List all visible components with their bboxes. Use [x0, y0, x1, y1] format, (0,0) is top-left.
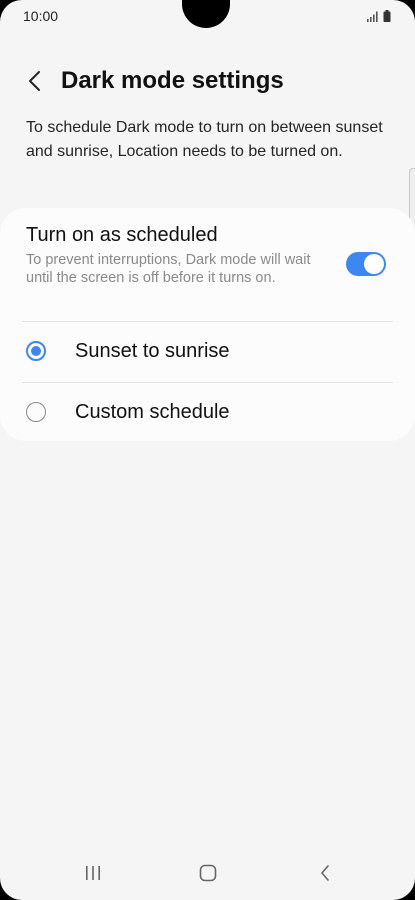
schedule-card: Turn on as scheduled To prevent interrup…: [0, 208, 415, 441]
back-icon: [321, 865, 329, 881]
chevron-left-icon: [29, 71, 40, 91]
battery-icon: [383, 10, 391, 22]
status-bar: 10:00: [0, 0, 415, 34]
camera-notch: [182, 0, 230, 28]
back-button[interactable]: [18, 64, 52, 98]
option-label: Custom schedule: [75, 401, 230, 423]
schedule-title: Turn on as scheduled: [26, 224, 218, 246]
status-time: 10:00: [23, 8, 59, 24]
radio-checked-icon[interactable]: [26, 341, 46, 361]
header: Dark mode settings: [0, 58, 415, 106]
schedule-toggle[interactable]: [346, 252, 386, 276]
home-icon: [199, 864, 217, 882]
signal-icon: [367, 11, 378, 22]
phone-screen: 10:00 Dark mode settings To schedule Dar…: [0, 0, 415, 900]
turn-on-as-scheduled-row[interactable]: Turn on as scheduled To prevent interrup…: [0, 208, 415, 321]
page-title: Dark mode settings: [61, 67, 284, 94]
toggle-knob: [364, 254, 384, 274]
recent-apps-icon: [86, 866, 100, 880]
navigation-bar: [0, 848, 415, 900]
status-icons: [367, 10, 391, 22]
recent-apps-button[interactable]: [78, 860, 108, 886]
location-description: To schedule Dark mode to turn on between…: [26, 119, 383, 160]
nav-back-button[interactable]: [310, 860, 340, 886]
home-button[interactable]: [193, 860, 223, 886]
radio-unchecked-icon[interactable]: [26, 402, 46, 422]
option-sunset-to-sunrise[interactable]: Sunset to sunrise: [0, 322, 415, 382]
option-custom-schedule[interactable]: Custom schedule: [0, 383, 415, 443]
schedule-subtitle: To prevent interruptions, Dark mode will…: [26, 252, 311, 286]
option-label: Sunset to sunrise: [75, 340, 230, 362]
